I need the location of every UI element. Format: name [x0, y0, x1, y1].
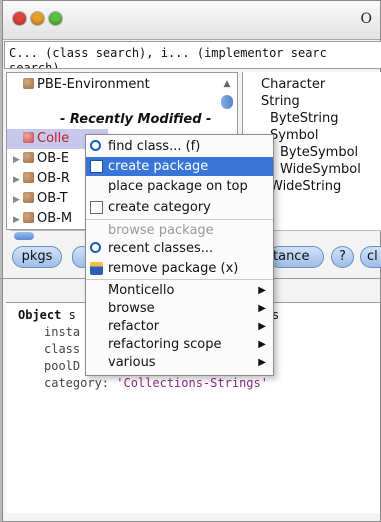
- class-item[interactable]: ByteSymbol: [280, 144, 358, 161]
- menu-item-refactor[interactable]: refactor ▶: [86, 317, 273, 336]
- recently-modified-header: - Recently Modified -: [60, 110, 211, 130]
- scroll-up-icon[interactable]: ▲: [222, 79, 232, 89]
- menu-item-label: place package on top: [108, 179, 248, 194]
- package-label: OB-T: [37, 191, 68, 206]
- class-item[interactable]: Symbol: [270, 127, 318, 144]
- code-line: poolD: [44, 359, 81, 373]
- package-icon: [23, 192, 34, 203]
- expand-triangle-icon[interactable]: ▶: [13, 190, 23, 210]
- menu-item-label: refactor: [108, 319, 160, 334]
- expand-triangle-icon[interactable]: ▶: [13, 170, 23, 190]
- menu-item-browse-package: browse package: [86, 221, 273, 240]
- new-package-icon: [90, 160, 103, 173]
- menu-separator: [86, 279, 273, 280]
- section-label: - Recently Modified -: [60, 112, 212, 127]
- class-button[interactable]: cl: [360, 246, 381, 268]
- package-item[interactable]: ▶ OB-M: [13, 209, 72, 229]
- class-item[interactable]: ByteString: [270, 110, 339, 127]
- code-string-literal: 'Collections-Strings': [116, 376, 268, 390]
- package-icon: [23, 212, 34, 223]
- menu-item-label: remove package (x): [108, 261, 239, 276]
- code-text: s: [61, 308, 76, 322]
- menu-item-monticello[interactable]: Monticello ▶: [86, 281, 273, 300]
- scrollbar-thumb[interactable]: [221, 95, 233, 109]
- menu-item-label: refactoring scope: [108, 337, 222, 352]
- menu-item-create-category[interactable]: create category: [86, 198, 273, 217]
- package-item[interactable]: ▶ OB-R: [13, 169, 70, 189]
- menu-item-find-class[interactable]: find class... (f): [86, 137, 273, 156]
- zoom-window-icon[interactable]: [49, 12, 62, 25]
- menu-item-label: create package: [108, 159, 209, 174]
- class-item[interactable]: WideString: [270, 178, 341, 195]
- menu-item-place-package-on-top[interactable]: place package on top: [86, 177, 273, 196]
- window-title: O: [360, 11, 372, 27]
- package-label: Colle: [37, 131, 70, 146]
- minimize-window-icon[interactable]: [31, 12, 44, 25]
- code-line: insta: [44, 325, 81, 339]
- menu-item-label: create category: [108, 200, 211, 215]
- menu-item-remove-package[interactable]: remove package (x): [86, 259, 273, 278]
- package-label: OB-M: [37, 211, 73, 226]
- package-label: OB-R: [37, 171, 70, 186]
- class-search-field[interactable]: C... (class search), i... (implementor s…: [4, 41, 381, 69]
- submenu-arrow-icon: ▶: [258, 357, 266, 368]
- help-button[interactable]: ?: [331, 246, 354, 268]
- menu-item-browse[interactable]: browse ▶: [86, 299, 273, 318]
- menu-item-create-package[interactable]: create package: [86, 157, 273, 176]
- submenu-arrow-icon: ▶: [258, 321, 266, 332]
- code-line: Object s: [18, 307, 76, 324]
- package-context-menu: find class... (f) create package place p…: [85, 134, 274, 376]
- close-window-icon[interactable]: [13, 12, 26, 25]
- package-label: PBE-Environment: [37, 77, 150, 92]
- code-line: class: [44, 342, 81, 356]
- submenu-arrow-icon: ▶: [258, 339, 266, 350]
- package-icon: [23, 152, 34, 163]
- package-item[interactable]: ▶ OB-T: [13, 189, 68, 209]
- menu-item-recent-classes[interactable]: recent classes...: [86, 239, 273, 258]
- menu-separator: [86, 219, 273, 220]
- search-hint-line-1: C... (class search), i... (implementor s…: [9, 46, 327, 60]
- instance-button[interactable]: tance: [268, 246, 324, 268]
- magnifier-icon: [90, 242, 101, 253]
- code-line: category: 'Collections-Strings': [44, 375, 268, 392]
- menu-item-label: Monticello: [108, 283, 175, 298]
- package-item[interactable]: PBE-Environment: [23, 75, 150, 95]
- menu-item-refactoring-scope[interactable]: refactoring scope ▶: [86, 335, 273, 354]
- scrollbar-thumb[interactable]: [14, 232, 34, 240]
- package-label: OB-E: [37, 151, 70, 166]
- package-item[interactable]: ▶ OB-E: [13, 149, 69, 169]
- title-bar: O: [3, 1, 380, 40]
- pkgs-button[interactable]: pkgs: [12, 246, 62, 268]
- package-icon: [23, 132, 34, 143]
- trash-icon: [90, 262, 103, 275]
- menu-item-label: browse package: [108, 223, 214, 238]
- menu-item-label: find class... (f): [108, 139, 201, 154]
- menu-item-label: browse: [108, 301, 155, 316]
- package-icon: [23, 78, 34, 89]
- class-item[interactable]: String: [261, 93, 300, 110]
- search-hint-line-2: search): [9, 61, 60, 69]
- submenu-arrow-icon: ▶: [258, 303, 266, 314]
- code-keyword: Object: [18, 308, 62, 322]
- menu-item-various[interactable]: various ▶: [86, 353, 273, 372]
- class-item[interactable]: Character: [261, 76, 325, 93]
- code-text: category:: [44, 376, 117, 390]
- package-icon: [23, 172, 34, 183]
- submenu-arrow-icon: ▶: [258, 285, 266, 296]
- expand-triangle-icon[interactable]: ▶: [13, 210, 23, 229]
- magnifier-icon: [90, 140, 101, 151]
- menu-item-label: recent classes...: [108, 241, 214, 256]
- expand-triangle-icon[interactable]: ▶: [13, 150, 23, 170]
- menu-item-label: various: [108, 355, 156, 370]
- class-item[interactable]: WideSymbol: [280, 161, 361, 178]
- new-category-icon: [90, 201, 103, 214]
